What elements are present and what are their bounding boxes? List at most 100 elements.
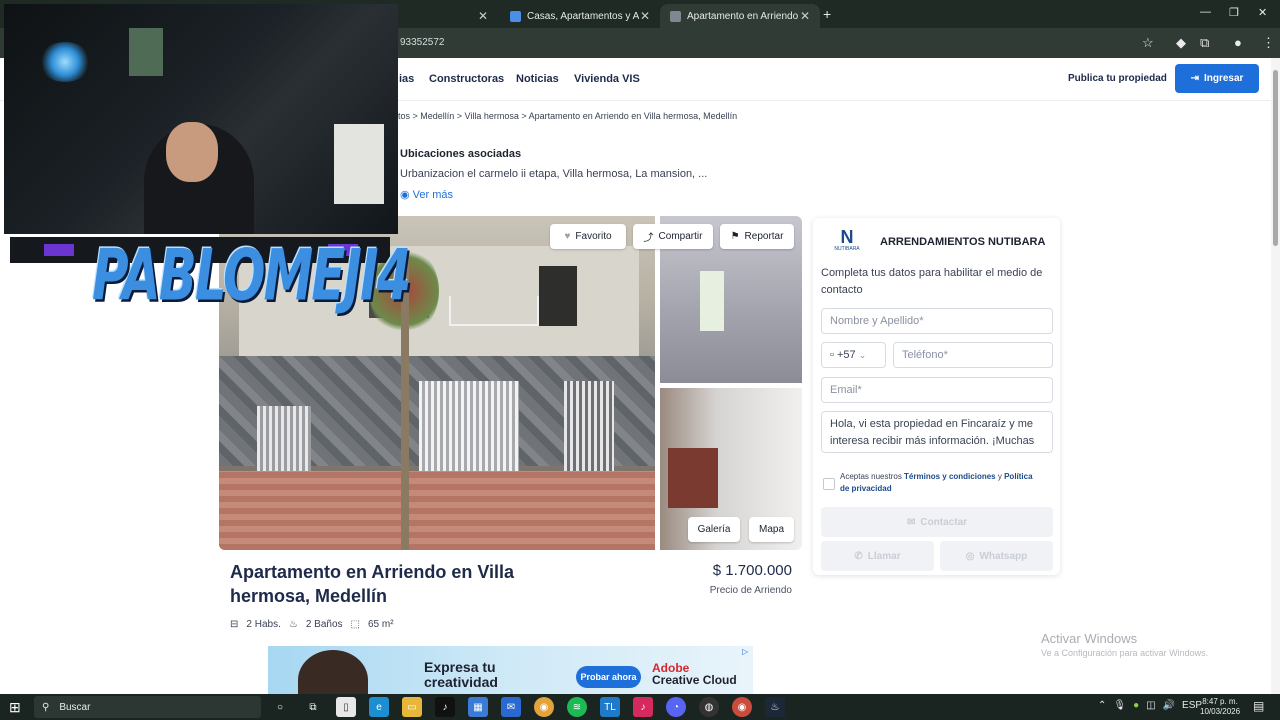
see-more-label: Ver más <box>412 189 454 201</box>
network-app-icon[interactable]: ● <box>1133 700 1139 711</box>
name-placeholder: Nombre y Apellido* <box>830 315 924 327</box>
ad-brand-line2: Creative Cloud <box>652 673 737 687</box>
locations-list: Urbanizacion el carmelo ii etapa, Villa … <box>400 168 708 180</box>
new-tab-icon[interactable]: + <box>823 6 831 22</box>
tl-app-icon[interactable]: TL <box>600 697 620 717</box>
discord-icon[interactable]: ◔ <box>666 697 686 717</box>
puzzle-icon[interactable]: ⧉ <box>1200 35 1209 51</box>
favorite-button[interactable]: ♥ Favorito <box>550 224 626 249</box>
report-label: Reportar <box>744 231 784 242</box>
flag-icon: ▫ <box>830 349 834 361</box>
chrome-active-icon[interactable]: ◉ <box>732 697 752 717</box>
nav-link-noticias[interactable]: Noticias <box>516 73 559 85</box>
phone-icon: ✆ <box>854 550 863 562</box>
whatsapp-button[interactable]: ◎ Whatsapp <box>940 541 1053 571</box>
ad-info-icon[interactable]: ▷ <box>742 647 748 656</box>
contact-button[interactable]: ✉ Contactar <box>821 507 1053 537</box>
tab-label: Casas, Apartamentos y Apartaes <box>527 10 639 22</box>
close-tab-icon[interactable]: ✕ <box>640 9 650 23</box>
terms-and: y <box>997 472 1002 481</box>
edge-icon[interactable]: e <box>369 697 389 717</box>
browser-tab-2[interactable]: Casas, Apartamentos y Apartaes ✕ <box>500 4 660 28</box>
message-textarea[interactable]: Hola, vi esta propiedad en Fincaraíz y m… <box>821 411 1053 453</box>
system-tray: ⌃ 🎙 ● ◫ 🔊 ESP <box>1098 700 1202 711</box>
see-more-link[interactable]: ◉ Ver más <box>400 188 453 201</box>
nav-link-constructoras[interactable]: Constructoras <box>429 73 504 85</box>
file-icon[interactable]: ▯ <box>336 697 356 717</box>
bookmark-star-icon[interactable]: ☆ <box>1142 35 1154 51</box>
share-button[interactable]: ⤴ Compartir <box>633 224 713 249</box>
folder-icon[interactable]: ▭ <box>402 697 422 717</box>
contact-card: N NUTIBARA ARRENDAMIENTOS NUTIBARA Compl… <box>813 218 1060 575</box>
close-tab-icon[interactable]: ✕ <box>800 9 810 23</box>
store-icon[interactable]: ▦ <box>468 697 488 717</box>
chrome-icon[interactable]: ◉ <box>534 697 554 717</box>
browser-tab-1[interactable]: ✕ <box>398 4 498 28</box>
browser-tab-active[interactable]: Apartamento en Arriendo en Me ✕ <box>660 4 820 28</box>
locations-title: Ubicaciones asociadas <box>400 148 522 160</box>
publish-property-link[interactable]: Publica tu propiedad <box>1068 73 1167 84</box>
steam-icon[interactable]: ♨ <box>765 697 785 717</box>
wifi-icon[interactable]: ◫ <box>1146 700 1155 711</box>
favorite-label: Favorito <box>575 231 612 242</box>
ad-brand: Adobe Creative Cloud <box>652 662 737 686</box>
obs-icon[interactable]: ◍ <box>699 697 719 717</box>
login-icon: ⇥ <box>1190 73 1199 84</box>
nav-link-vivienda-vis[interactable]: Vivienda VIS <box>574 73 640 85</box>
agency-logo: N NUTIBARA <box>834 228 859 258</box>
login-button[interactable]: ⇥ Ingresar <box>1175 64 1259 93</box>
phone-field[interactable]: Teléfono* <box>893 342 1053 368</box>
minimize-icon[interactable]: — <box>1200 6 1211 18</box>
terms-prefix: Aceptas nuestros <box>840 472 902 481</box>
ad-cta-button[interactable]: Probar ahora <box>576 666 641 688</box>
breadcrumb[interactable]: tos > Medellín > Villa hermosa > Apartam… <box>398 111 737 121</box>
spotify-icon[interactable]: ≋ <box>567 697 587 717</box>
cortana-icon[interactable]: ○ <box>270 697 290 717</box>
menu-dots-icon[interactable]: ⋮ <box>1262 35 1275 51</box>
streamer-name-banner: PABLOMEJI4 <box>10 233 411 316</box>
area-icon: ⬚ <box>350 619 360 630</box>
advertisement-banner[interactable]: Expresa tu creatividad Probar ahora Adob… <box>268 646 753 694</box>
tiktok-live-icon[interactable]: ♪ <box>633 697 653 717</box>
taskbar-clock[interactable]: 8:47 p. m. 10/03/2026 <box>1200 697 1240 717</box>
restore-icon[interactable]: ❐ <box>1229 6 1239 19</box>
call-label: Llamar <box>867 550 901 562</box>
terms-checkbox[interactable] <box>823 478 835 490</box>
search-label: Buscar <box>59 701 91 713</box>
notifications-icon[interactable]: ▤ <box>1253 699 1264 713</box>
tiktok-icon[interactable]: ♪ <box>435 697 455 717</box>
task-view-icon[interactable]: ⧉ <box>303 697 323 717</box>
gallery-button[interactable]: Galería <box>688 517 740 542</box>
heart-icon: ♥ <box>564 231 571 242</box>
extension-icon[interactable]: ◆ <box>1176 35 1186 51</box>
photo-gate <box>564 381 614 476</box>
bed-icon: ⊟ <box>230 619 239 630</box>
ad-headline-line1: Expresa tu <box>424 659 496 675</box>
windows-start-icon[interactable]: ⊞ <box>9 699 21 716</box>
map-button[interactable]: Mapa <box>749 517 794 542</box>
chevron-up-icon[interactable]: ⌃ <box>1098 700 1106 711</box>
mail-icon: ✉ <box>906 516 916 528</box>
taskbar-search[interactable]: ⚲ Buscar <box>34 696 261 718</box>
nav-link-partial[interactable]: ias <box>399 73 414 85</box>
mail-app-icon[interactable]: ✉ <box>501 697 521 717</box>
call-button[interactable]: ✆ Llamar <box>821 541 934 571</box>
country-code-select[interactable]: ▫ +57 ⌄ <box>821 342 886 368</box>
microphone-icon[interactable]: 🎙 <box>1113 700 1126 711</box>
report-button[interactable]: ⚑ Reportar <box>720 224 794 249</box>
contact-label: Contactar <box>920 516 968 528</box>
photo-kitchen <box>668 448 718 508</box>
close-tab-icon[interactable]: ✕ <box>478 9 488 23</box>
close-window-icon[interactable]: ✕ <box>1258 6 1267 19</box>
photo-door <box>700 271 724 331</box>
terms-link[interactable]: Términos y condiciones <box>904 472 996 481</box>
name-field[interactable]: Nombre y Apellido* <box>821 308 1053 334</box>
volume-icon[interactable]: 🔊 <box>1163 700 1175 711</box>
profile-avatar-icon[interactable]: ● <box>1234 35 1242 50</box>
scrollbar-thumb[interactable] <box>1273 70 1278 246</box>
phone-placeholder: Teléfono* <box>902 349 948 361</box>
email-field[interactable]: Email* <box>821 377 1053 403</box>
property-price: $ 1.700.000 <box>712 562 792 579</box>
rooms-count: 2 Habs. <box>246 619 281 630</box>
url-field[interactable]: 93352572 <box>400 37 445 48</box>
